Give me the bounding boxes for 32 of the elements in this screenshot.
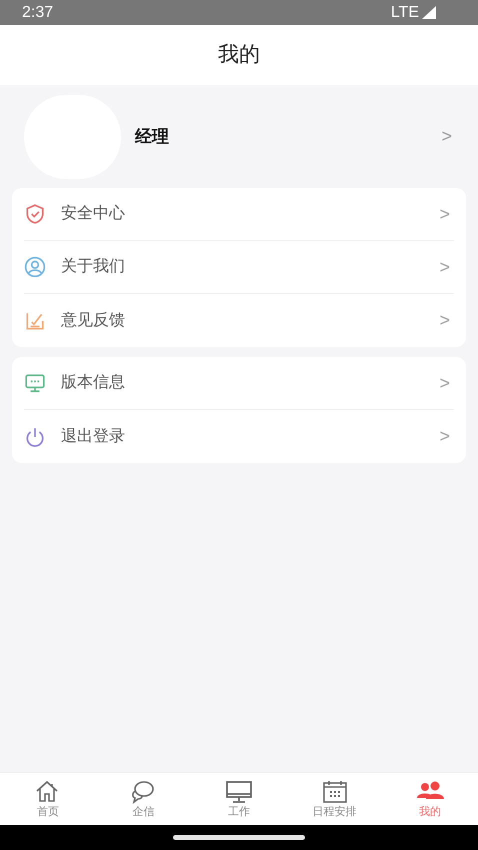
menu-label: 版本信息 [61,372,126,393]
tab-item[interactable]: 企信 [96,773,192,825]
tab-item[interactable]: 日程安排 [286,773,382,825]
tab-item[interactable]: 工作 [191,773,287,825]
profile-row[interactable]: 经理 > [0,85,478,188]
user-name: 经理 [135,126,170,148]
power-icon [24,426,46,448]
menu-item[interactable]: 退出登录 > [24,410,454,463]
menu-item[interactable]: 关于我们 > [24,241,454,294]
calendar-icon [320,779,349,804]
signal-icon [422,6,436,19]
monitor-icon [224,779,253,804]
menu-item[interactable]: 意见反馈 > [24,294,454,347]
shield-icon [24,203,46,225]
chevron-icon: > [439,370,454,396]
clock-time: 2:37 [22,2,54,22]
menu-label: 意见反馈 [61,310,126,330]
menu-item[interactable]: 版本信息 > [24,357,454,410]
page-title: 我的 [218,42,260,68]
chevron-icon: > [439,423,454,450]
person-icon [24,256,46,278]
network-type: LTE [390,2,419,22]
chevron-icon: > [439,200,454,228]
chevron-icon: > [439,307,454,334]
menu-label: 安全中心 [61,204,126,224]
tab-item[interactable]: 首页 [0,773,96,825]
monitor-icon [24,372,46,394]
chevron-icon: > [441,123,452,150]
menu-item[interactable]: 安全中心 > [24,188,454,241]
menu-label: 退出登录 [61,426,126,446]
menu-label: 关于我们 [61,256,126,277]
chevron-icon: > [439,254,454,280]
